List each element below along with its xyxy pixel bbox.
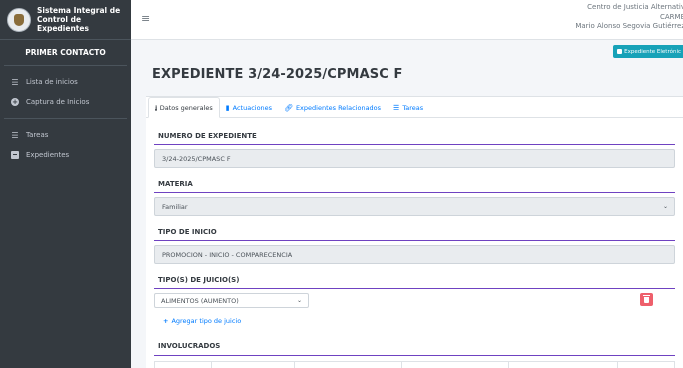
sidebar-item-label: Expedientes xyxy=(26,151,70,159)
tipo-juicio-value: ALIMENTOS (AUMENTO) xyxy=(161,296,239,305)
sidebar: Sistema Integral de Control de Expedient… xyxy=(0,0,131,368)
tab-tareas[interactable]: ☰ Tareas xyxy=(387,97,429,118)
numero-expediente-label: NUMERO DE EXPEDIENTE xyxy=(158,132,257,140)
tab-label: Tareas xyxy=(402,103,424,112)
link-icon: 🔗︎ xyxy=(284,103,293,112)
section-divider xyxy=(154,288,675,289)
trash-icon xyxy=(643,294,650,303)
materia-value: Familiar xyxy=(162,202,188,211)
brand[interactable]: Sistema Integral de Control de Expedient… xyxy=(0,0,131,40)
user-name: Mario Alonso Segovia Gutiérrez xyxy=(575,22,683,30)
expediente-electronico-label: Expediente Eletrónic xyxy=(624,48,681,55)
brand-title: Sistema Integral de Control de Expedient… xyxy=(37,6,121,33)
section-divider xyxy=(154,355,675,356)
page-title: EXPEDIENTE 3/24-2025/CPMASC F xyxy=(152,67,403,82)
add-tipo-juicio-link[interactable]: + Agregar tipo de juicio xyxy=(163,317,241,325)
involucrados-table xyxy=(154,361,675,368)
plus-circle-icon: + xyxy=(11,98,19,106)
chevron-down-icon: ⌄ xyxy=(296,297,302,304)
numero-expediente-field: 3/24-2025/CPMASC F xyxy=(154,149,675,168)
list-icon: ☰ xyxy=(393,103,400,112)
sidebar-item-label: Tareas xyxy=(26,131,49,139)
sidebar-divider xyxy=(4,118,127,119)
info-icon: i xyxy=(155,105,157,111)
user-info: Centro de Justicia Alternativ CARME Mari… xyxy=(575,3,683,32)
book-icon xyxy=(11,151,19,159)
section-divider xyxy=(154,192,675,193)
tipo-juicio-label: TIPO(S) DE JUICIO(S) xyxy=(158,276,240,284)
section-divider xyxy=(154,240,675,241)
expediente-electronico-button[interactable]: Expediente Eletrónic xyxy=(613,45,683,58)
expediente-card: i Datos generales ▮ Actuaciones 🔗︎ Exped… xyxy=(146,96,683,368)
copy-icon: ▮ xyxy=(225,103,230,112)
tab-datos-generales[interactable]: i Datos generales xyxy=(148,97,220,118)
list-icon: ☰ xyxy=(11,77,19,87)
tab-label: Datos generales xyxy=(159,103,213,112)
add-tipo-juicio-label: Agregar tipo de juicio xyxy=(171,317,242,325)
materia-select[interactable]: Familiar ⌄ xyxy=(154,197,675,216)
sidebar-item-lista-inicios[interactable]: ☰ Lista de inicios xyxy=(0,72,131,92)
tab-expedientes-relacionados[interactable]: 🔗︎ Expedientes Relacionados xyxy=(278,97,387,118)
list-icon: ☰ xyxy=(11,130,19,140)
menu-toggle-icon[interactable]: ≡ xyxy=(141,12,150,25)
file-icon xyxy=(617,49,623,54)
materia-label: MATERIA xyxy=(158,180,193,188)
plus-icon: + xyxy=(163,317,169,325)
tabs: i Datos generales ▮ Actuaciones 🔗︎ Exped… xyxy=(146,97,683,118)
section-divider xyxy=(154,144,675,145)
chevron-down-icon: ⌄ xyxy=(662,203,668,210)
sidebar-section-title: PRIMER CONTACTO xyxy=(4,40,127,66)
sidebar-item-captura-inicios[interactable]: + Captura de Inicios xyxy=(0,92,131,112)
sidebar-item-label: Lista de inicios xyxy=(26,78,78,86)
brand-logo xyxy=(7,7,31,32)
org-name: Centro de Justicia Alternativ xyxy=(587,3,683,11)
sidebar-item-label: Captura de Inicios xyxy=(26,98,90,106)
involucrados-label: INVOLUCRADOS xyxy=(158,342,221,350)
tab-label: Actuaciones xyxy=(232,103,273,112)
sidebar-item-tareas[interactable]: ☰ Tareas xyxy=(0,125,131,145)
topbar: ≡ Centro de Justicia Alternativ CARME Ma… xyxy=(131,0,683,40)
tipo-inicio-label: TIPO DE INICIO xyxy=(158,228,217,236)
tipo-inicio-field: PROMOCION - INICIO - COMPARECENCIA xyxy=(154,245,675,264)
sidebar-item-expedientes[interactable]: Expedientes xyxy=(0,145,131,165)
tab-label: Expedientes Relacionados xyxy=(295,103,382,112)
delete-juicio-button[interactable] xyxy=(640,293,653,306)
tab-actuaciones[interactable]: ▮ Actuaciones xyxy=(220,97,278,118)
org-line2: CARME xyxy=(659,12,683,21)
tipo-juicio-select[interactable]: ALIMENTOS (AUMENTO) ⌄ xyxy=(154,293,309,308)
